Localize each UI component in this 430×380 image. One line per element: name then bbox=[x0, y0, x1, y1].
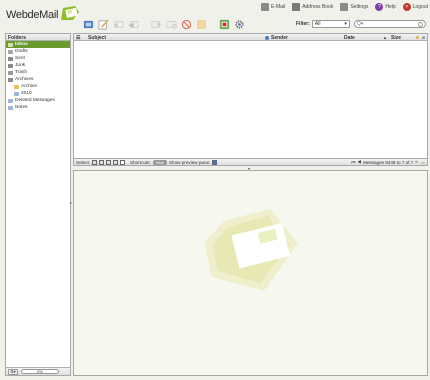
chevron-down-icon: ▾ bbox=[344, 21, 347, 27]
gear-icon bbox=[234, 19, 244, 29]
next-page-icon[interactable]: ▶ bbox=[415, 159, 419, 165]
first-page-icon[interactable]: ⏮ bbox=[351, 160, 355, 165]
move-button[interactable] bbox=[165, 18, 177, 30]
reply-button[interactable] bbox=[112, 18, 124, 30]
folder-notes[interactable]: Notes bbox=[6, 104, 70, 111]
select-label: Select: bbox=[76, 159, 91, 165]
main-toolbar bbox=[82, 17, 245, 31]
preview-pane bbox=[73, 170, 428, 376]
compose-icon bbox=[98, 18, 109, 29]
quota-bar: 0% bbox=[21, 369, 59, 374]
select-unread-icon[interactable] bbox=[106, 159, 112, 165]
settings-icon bbox=[340, 3, 349, 11]
logo-text: WebdeMail bbox=[6, 9, 59, 21]
toplink-settings[interactable]: Settings bbox=[340, 3, 368, 11]
help-icon: ? bbox=[375, 3, 384, 11]
folder-2010[interactable]: 2010 bbox=[6, 90, 70, 97]
select-all-icon[interactable] bbox=[92, 159, 98, 165]
list-footer: Select: Shortcuts: Hide Show preview pan… bbox=[73, 158, 428, 166]
folder-options-button[interactable]: ⚙▾ bbox=[8, 368, 18, 375]
prev-page-icon[interactable]: ◀ bbox=[357, 159, 361, 165]
list-header: ☰ Subject Sender Date ▲ Size ★ ⌀ bbox=[74, 34, 427, 41]
more-icon bbox=[219, 19, 229, 29]
check-mail-button[interactable] bbox=[82, 18, 94, 30]
sent-icon bbox=[8, 56, 13, 61]
folder-icon bbox=[8, 98, 13, 103]
unread-dot-icon bbox=[265, 35, 269, 40]
toplink-help[interactable]: ? Help bbox=[375, 3, 396, 11]
folders-footer: ⚙▾ 0% bbox=[6, 367, 70, 375]
app-logo: WebdeMail bbox=[6, 6, 79, 26]
preview-label: Show preview pane: bbox=[168, 159, 211, 165]
move-icon bbox=[166, 20, 177, 29]
folder-drafts[interactable]: Drafts bbox=[6, 48, 70, 55]
search-icon: Q▾ bbox=[357, 21, 364, 27]
col-subject[interactable]: Subject bbox=[88, 35, 106, 41]
trash-icon bbox=[8, 70, 13, 75]
select-none-icon[interactable] bbox=[120, 159, 126, 165]
shortcuts-label: Shortcuts: bbox=[130, 159, 151, 165]
reply-all-icon bbox=[127, 20, 138, 28]
flag-icon[interactable]: ★ bbox=[415, 35, 419, 41]
folder-inbox[interactable]: Inbox bbox=[6, 41, 70, 48]
mark-button[interactable] bbox=[195, 18, 207, 30]
folder-deleted-messages[interactable]: Deleted Messages bbox=[6, 97, 70, 104]
preview-checkbox[interactable] bbox=[212, 159, 218, 165]
filter-value: All bbox=[314, 21, 321, 27]
select-page-icon[interactable] bbox=[99, 159, 105, 165]
attachment-icon[interactable]: ⌀ bbox=[422, 35, 425, 41]
folders-panel: Folders Inbox Drafts Sent Junk Trash Arc… bbox=[5, 33, 71, 376]
mark-icon bbox=[197, 20, 205, 28]
last-page-icon[interactable]: ⏭ bbox=[421, 160, 425, 165]
more-button[interactable] bbox=[218, 18, 230, 30]
folder-trash[interactable]: Trash bbox=[6, 69, 70, 76]
reply-icon bbox=[113, 20, 123, 28]
address-book-icon bbox=[292, 3, 301, 11]
watermark-logo-icon bbox=[204, 209, 298, 291]
search-input[interactable]: Q▾ bbox=[354, 20, 426, 28]
folder-sent[interactable]: Sent bbox=[6, 55, 70, 62]
col-sender[interactable]: Sender bbox=[271, 35, 288, 41]
list-options-icon[interactable]: ☰ bbox=[76, 35, 80, 41]
search-clear-icon[interactable] bbox=[418, 21, 423, 27]
toplink-email[interactable]: E-Mail bbox=[261, 3, 285, 11]
inbox-icon bbox=[8, 42, 13, 47]
folder-icon bbox=[14, 91, 19, 96]
compose-button[interactable] bbox=[97, 18, 109, 30]
forward-button[interactable] bbox=[150, 18, 162, 30]
forward-icon bbox=[151, 20, 161, 28]
filter-control: Filter: All ▾ bbox=[296, 20, 350, 28]
messages-info: Messages 8449 to 7 of 7 bbox=[363, 159, 414, 165]
check-mail-icon bbox=[83, 20, 93, 28]
top-nav: E-Mail Address Book Settings ? Help × Lo… bbox=[261, 3, 428, 11]
folder-junk[interactable]: Junk bbox=[6, 62, 70, 69]
delete-button[interactable] bbox=[180, 18, 192, 30]
options-button[interactable] bbox=[233, 18, 245, 30]
logo-mark-icon bbox=[61, 6, 79, 20]
gear-icon: ⚙▾ bbox=[10, 369, 16, 374]
folder-icon bbox=[14, 84, 19, 89]
message-list: ☰ Subject Sender Date ▲ Size ★ ⌀ bbox=[73, 33, 428, 166]
folder-archives[interactable]: Archives bbox=[6, 76, 70, 83]
col-size[interactable]: Size bbox=[391, 35, 401, 41]
junk-icon bbox=[8, 63, 13, 68]
select-flagged-icon[interactable] bbox=[113, 159, 119, 165]
folder-icon bbox=[8, 105, 13, 110]
sort-icon: ▲ bbox=[383, 35, 387, 40]
logout-icon: × bbox=[402, 3, 411, 11]
vertical-splitter[interactable]: ▸ bbox=[70, 200, 72, 205]
reply-all-button[interactable] bbox=[127, 18, 139, 30]
filter-select[interactable]: All ▾ bbox=[311, 20, 350, 28]
toplink-logout[interactable]: × Logout bbox=[402, 3, 428, 11]
drafts-icon bbox=[8, 49, 13, 54]
toplink-address-book[interactable]: Address Book bbox=[292, 3, 333, 11]
filter-label: Filter: bbox=[296, 21, 310, 27]
col-date[interactable]: Date bbox=[344, 35, 355, 41]
shortcuts-toggle[interactable]: Hide bbox=[152, 159, 167, 165]
folder-archive[interactable]: Archive bbox=[6, 83, 70, 90]
folders-title: Folders bbox=[6, 34, 70, 41]
mail-icon bbox=[261, 3, 270, 11]
archives-icon bbox=[8, 77, 13, 82]
delete-icon bbox=[181, 19, 191, 29]
